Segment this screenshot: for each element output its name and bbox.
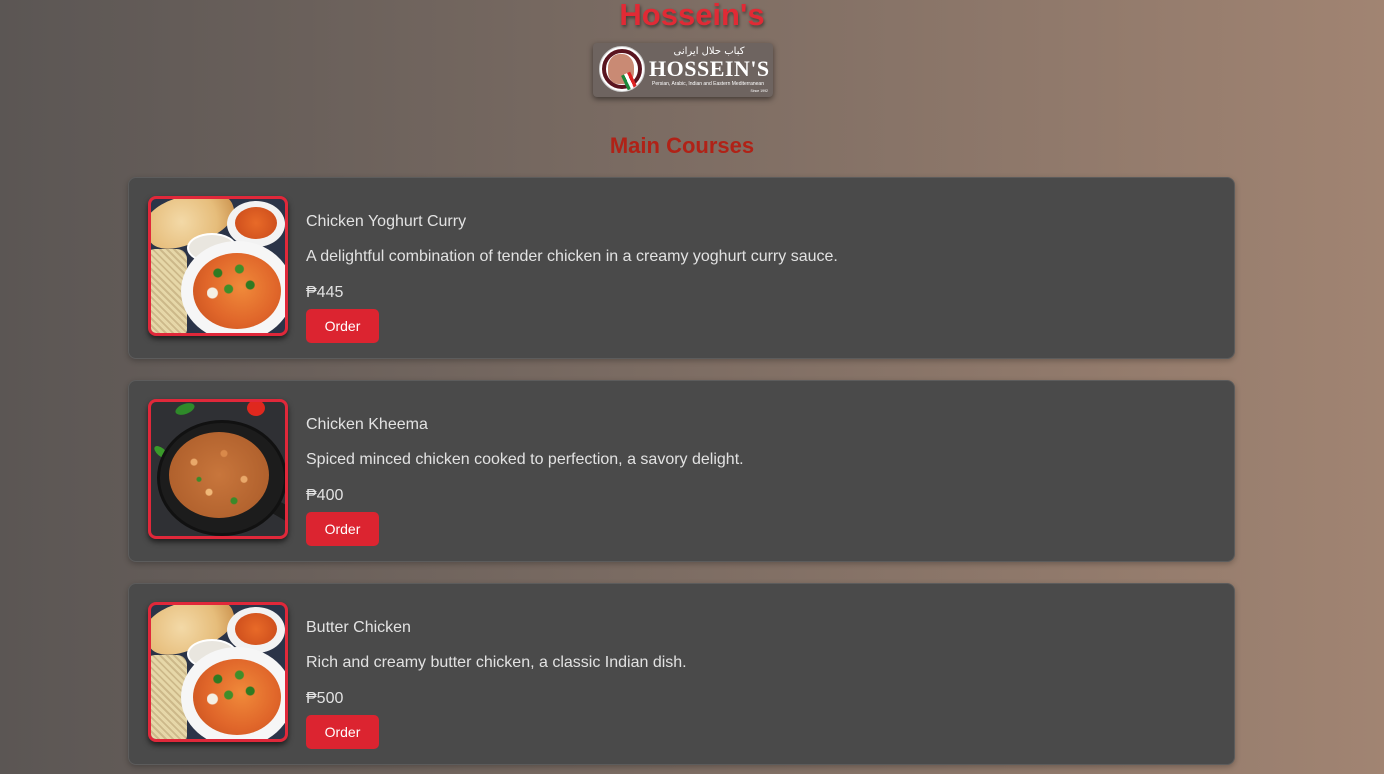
chef-portrait-icon — [599, 46, 645, 92]
order-button[interactable]: Order — [306, 715, 379, 749]
dish-price: ₱500 — [306, 690, 344, 707]
logo-since: Since 1992 — [750, 89, 768, 93]
order-button[interactable]: Order — [306, 309, 379, 343]
dish-name: Chicken Kheema — [306, 416, 428, 433]
logo-tagline: Persian, Arabic, Indian and Eastern Medi… — [651, 81, 764, 87]
dish-description: A delightful combination of tender chick… — [306, 248, 838, 265]
dish-price: ₱400 — [306, 487, 344, 504]
dish-name: Chicken Yoghurt Curry — [306, 213, 467, 230]
restaurant-logo: کباب حلال ایرانی HOSSEIN'S Persian, Arab… — [593, 43, 773, 97]
menu-item-card: Chicken Yoghurt Curry A delightful combi… — [128, 177, 1235, 359]
menu-item-card: Chicken Kheema Spiced minced chicken coo… — [128, 380, 1235, 562]
dish-description: Rich and creamy butter chicken, a classi… — [306, 654, 687, 671]
kheema-pan-photo — [148, 399, 288, 539]
logo-brand: HOSSEIN'S — [649, 56, 770, 81]
section-title: Main Courses — [609, 133, 755, 158]
dish-price: ₱445 — [306, 284, 344, 301]
site-title: Hossein's — [619, 0, 765, 32]
curry-bowl-photo — [148, 602, 288, 742]
order-button[interactable]: Order — [306, 512, 379, 546]
dish-description: Spiced minced chicken cooked to perfecti… — [306, 451, 744, 468]
curry-bowl-photo — [148, 196, 288, 336]
dish-name: Butter Chicken — [306, 619, 411, 636]
menu-item-card: Butter Chicken Rich and creamy butter ch… — [128, 583, 1235, 765]
